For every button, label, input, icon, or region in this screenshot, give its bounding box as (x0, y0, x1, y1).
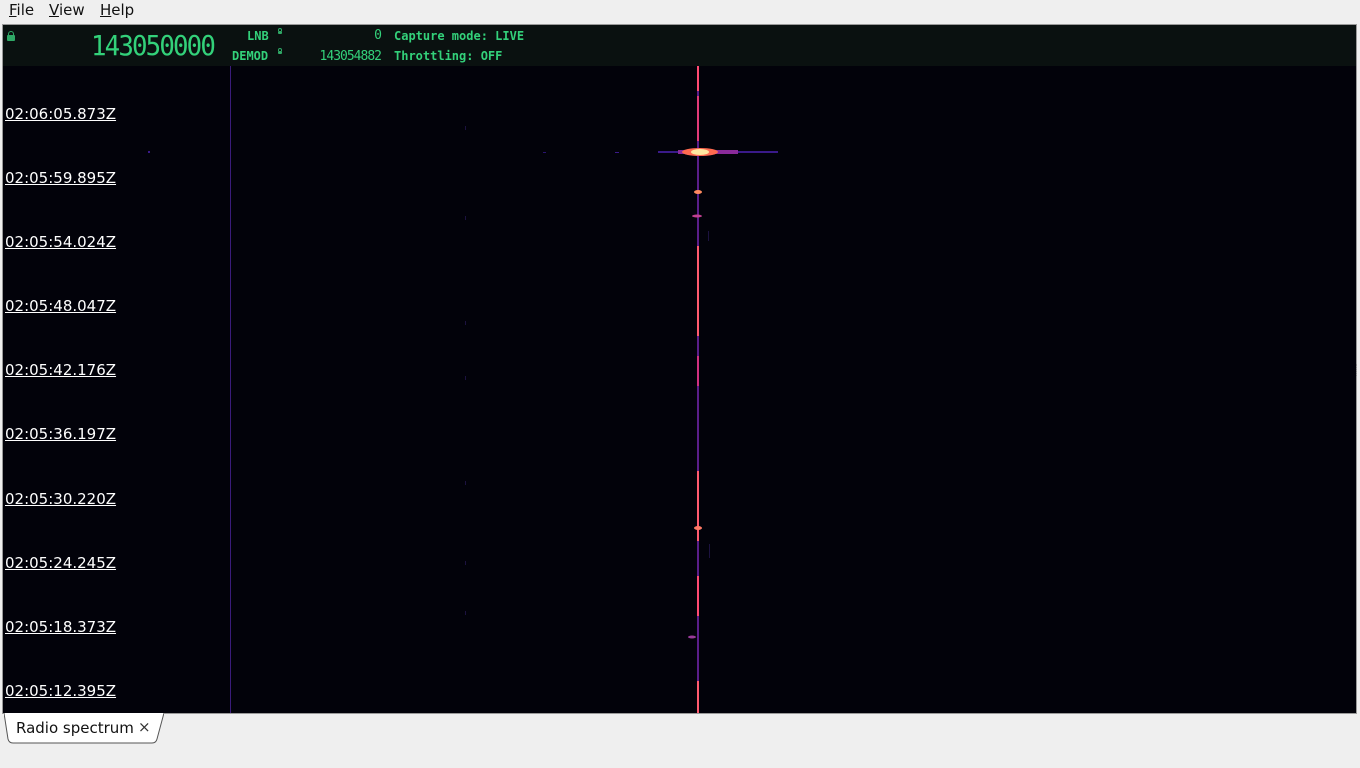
timestamp-label[interactable]: 02:05:18.373Z (5, 618, 116, 636)
timestamp-label[interactable]: 02:05:54.024Z (5, 233, 116, 251)
menu-file[interactable]: File (9, 1, 34, 19)
demod-label: DEMOD (232, 49, 269, 63)
menu-help[interactable]: Help (100, 1, 134, 19)
menu-view-label: iew (58, 1, 85, 19)
menu-view[interactable]: View (49, 1, 85, 19)
timestamp-label[interactable]: 02:05:24.245Z (5, 554, 116, 572)
signal-sparks (688, 190, 702, 639)
timestamp-label[interactable]: 02:05:36.197Z (5, 425, 116, 443)
demod-lock-icon[interactable] (278, 48, 282, 54)
main-frequency-display[interactable]: 143050000 (91, 31, 216, 61)
faint-carrier-line (230, 66, 231, 713)
tab-radio-spectrum[interactable]: Radio spectrum × (4, 713, 164, 744)
main-carrier-line (697, 66, 699, 713)
timestamp-label[interactable]: 02:05:42.176Z (5, 361, 116, 379)
demod-frequency-display[interactable]: 143054882 (301, 49, 382, 64)
menu-file-label: ile (16, 1, 35, 19)
lnb-lock-icon[interactable] (278, 28, 282, 34)
capture-mode-status: Capture mode: LIVE (394, 29, 525, 43)
timestamp-label[interactable]: 02:06:05.873Z (5, 105, 116, 123)
menu-help-mnemonic: H (100, 1, 112, 19)
signal-burst (148, 148, 778, 156)
timestamp-label[interactable]: 02:05:59.895Z (5, 169, 116, 187)
throttling-status: Throttling: OFF (394, 49, 503, 63)
menu-view-mnemonic: V (49, 1, 59, 19)
frequency-header: 143050000 LNB 0 DEMOD 143054882 Capture … (3, 25, 1356, 66)
menu-file-mnemonic: F (9, 1, 17, 19)
noise-traces (465, 126, 710, 615)
close-icon[interactable]: × (138, 718, 151, 736)
lnb-frequency-display[interactable]: 0 (301, 28, 382, 43)
tab-label: Radio spectrum (16, 719, 134, 737)
timestamp-label[interactable]: 02:05:48.047Z (5, 297, 116, 315)
timestamp-label[interactable]: 02:05:30.220Z (5, 490, 116, 508)
menu-bar: File View Help (0, 0, 1360, 22)
waterfall-canvas (148, 66, 778, 713)
lnb-label: LNB (247, 29, 269, 43)
timestamp-label[interactable]: 02:05:12.395Z (5, 682, 116, 700)
resize-grip[interactable] (1356, 364, 1359, 376)
frequency-lock-icon[interactable] (7, 31, 15, 41)
tab-bar: Radio spectrum × (0, 713, 1360, 768)
menu-help-label: elp (111, 1, 135, 19)
spectrum-panel: 143050000 LNB 0 DEMOD 143054882 Capture … (2, 24, 1357, 714)
waterfall-display[interactable]: 02:06:05.873Z 02:05:59.895Z 02:05:54.024… (3, 66, 1356, 713)
